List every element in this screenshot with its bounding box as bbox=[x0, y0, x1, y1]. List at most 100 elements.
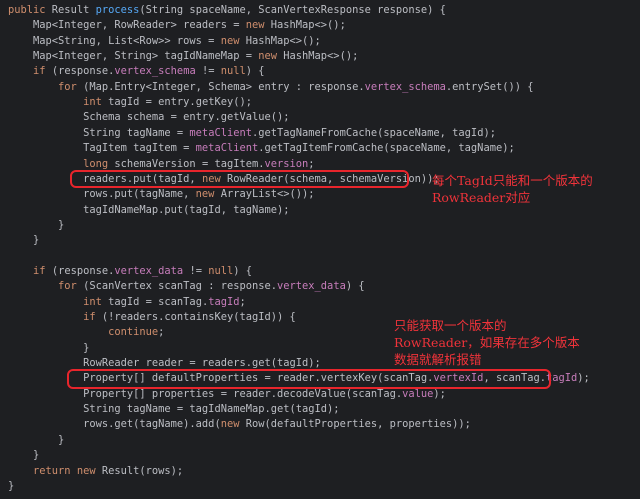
code-token: .getTagNameFromCache(spaceName, tagId); bbox=[251, 126, 496, 139]
code-token: value bbox=[402, 387, 434, 400]
code-line[interactable]: TagItem tagItem = metaClient.getTagItemF… bbox=[8, 141, 515, 156]
code-token: if bbox=[33, 65, 52, 78]
code-token: (response. bbox=[51, 65, 115, 78]
code-token: (ScanVertex scanTag : response. bbox=[83, 280, 278, 293]
code-token: Schema schema = entry.getValue(); bbox=[8, 111, 290, 124]
code-token: TagItem tagItem = bbox=[8, 142, 196, 155]
code-line[interactable]: for (ScanVertex scanTag : response.verte… bbox=[8, 279, 365, 294]
code-token: } bbox=[8, 433, 65, 446]
code-token: vertex_schema bbox=[114, 65, 196, 78]
code-token: HashMap<>(); bbox=[245, 34, 321, 47]
code-line[interactable]: continue; bbox=[8, 325, 164, 340]
code-editor[interactable]: public Result process(String spaceName, … bbox=[0, 0, 640, 499]
code-line[interactable]: } bbox=[8, 341, 89, 356]
readers-annotation: 每个TagId只能和一个版本的 RowReader对应 bbox=[432, 173, 593, 205]
code-token: Row(defaultProperties, properties)); bbox=[245, 418, 471, 431]
readers-put-highlight-box bbox=[70, 170, 409, 188]
code-token: null bbox=[220, 65, 246, 78]
code-token: null bbox=[208, 264, 234, 277]
code-token: (!readers.containsKey(tagId)) { bbox=[101, 311, 296, 323]
code-token: long bbox=[83, 157, 115, 170]
code-token: vertex_schema bbox=[364, 80, 446, 93]
code-token: version bbox=[264, 157, 309, 170]
code-line[interactable]: Property[] properties = reader.decodeVal… bbox=[8, 387, 446, 402]
code-token: RowReader reader = readers.get(tagId); bbox=[8, 357, 321, 370]
code-line[interactable]: int tagId = entry.getKey(); bbox=[8, 95, 252, 110]
code-token: rows.get(tagName).add( bbox=[8, 418, 221, 431]
code-line[interactable]: } bbox=[8, 479, 14, 494]
code-token: (String spaceName, ScanVertexResponse re… bbox=[139, 4, 446, 16]
code-token: vertex_data bbox=[114, 264, 184, 277]
code-token: } bbox=[8, 341, 90, 354]
code-line[interactable]: String tagName = metaClient.getTagNameFr… bbox=[8, 126, 496, 141]
code-line[interactable]: if (response.vertex_schema != null) { bbox=[8, 64, 265, 79]
code-token: rows.put(tagName, bbox=[8, 188, 196, 201]
code-token: tagId = entry.getKey(); bbox=[108, 96, 252, 109]
code-token: ) { bbox=[233, 264, 253, 277]
code-token: ) { bbox=[345, 280, 365, 293]
code-line[interactable]: if (!readers.containsKey(tagId)) { bbox=[8, 310, 296, 325]
code-token: if bbox=[33, 264, 52, 277]
code-token: new bbox=[258, 50, 284, 63]
code-line[interactable]: tagIdNameMap.put(tagId, tagName); bbox=[8, 203, 290, 218]
code-token: ; bbox=[308, 157, 315, 170]
code-token: for bbox=[58, 80, 84, 93]
code-token: tagId bbox=[208, 295, 240, 308]
code-token: != bbox=[195, 65, 221, 78]
code-line[interactable]: return new Result(rows); bbox=[8, 464, 183, 479]
code-line[interactable]: if (response.vertex_data != null) { bbox=[8, 264, 252, 279]
code-token: vertex_data bbox=[277, 280, 346, 293]
code-token: } bbox=[8, 234, 40, 247]
code-token: ); bbox=[433, 387, 446, 400]
code-line[interactable]: rows.get(tagName).add(new Row(defaultPro… bbox=[8, 417, 471, 432]
code-token: Property[] properties = reader.decodeVal… bbox=[8, 387, 403, 400]
code-token: String tagName = tagIdNameMap.get(tagId)… bbox=[8, 403, 340, 416]
code-token: String tagName = bbox=[8, 126, 190, 139]
code-token: return new bbox=[33, 464, 102, 477]
code-token: } bbox=[8, 218, 65, 231]
code-token: ; bbox=[158, 326, 165, 339]
code-token: Map<Integer, RowReader> readers = bbox=[8, 19, 246, 32]
code-line[interactable]: Schema schema = entry.getValue(); bbox=[8, 110, 290, 125]
code-token: tagId = scanTag. bbox=[108, 295, 209, 308]
code-line[interactable]: } bbox=[8, 218, 64, 233]
code-token: new bbox=[220, 34, 246, 47]
code-token: Map<Integer, String> tagIdNameMap = bbox=[8, 50, 259, 63]
code-token: for bbox=[58, 280, 84, 293]
code-line[interactable]: public Result process(String spaceName, … bbox=[8, 3, 446, 18]
code-token: ) { bbox=[245, 65, 265, 78]
code-line[interactable]: Map<Integer, String> tagIdNameMap = new … bbox=[8, 49, 358, 64]
code-line[interactable]: int tagId = scanTag.tagId; bbox=[8, 295, 246, 310]
code-line[interactable]: } bbox=[8, 433, 64, 448]
code-token: if bbox=[83, 311, 102, 323]
code-line[interactable]: rows.put(tagName, new ArrayList<>()); bbox=[8, 187, 314, 202]
code-line[interactable]: Map<Integer, RowReader> readers = new Ha… bbox=[8, 18, 346, 33]
code-token: metaClient bbox=[195, 142, 259, 155]
code-token: int bbox=[83, 96, 109, 109]
code-token: HashMap<>(); bbox=[283, 50, 359, 63]
code-token: tagIdNameMap.put(tagId, tagName); bbox=[8, 203, 290, 216]
code-token: int bbox=[83, 295, 109, 308]
code-line[interactable]: } bbox=[8, 233, 39, 248]
code-line[interactable]: String tagName = tagIdNameMap.get(tagId)… bbox=[8, 402, 340, 417]
code-token: continue bbox=[108, 326, 159, 339]
code-line[interactable]: } bbox=[8, 448, 39, 463]
code-line[interactable]: for (Map.Entry<Integer, Schema> entry : … bbox=[8, 80, 534, 95]
code-token: } bbox=[8, 449, 40, 462]
code-token: process bbox=[95, 4, 140, 16]
code-token: public bbox=[8, 4, 52, 16]
decode-annotation: 只能获取一个版本的 RowReader，如果存在多个版本 数据就解析报错 bbox=[394, 318, 580, 367]
code-token: } bbox=[8, 479, 15, 492]
code-token: new bbox=[220, 418, 246, 431]
code-token: .entrySet()) { bbox=[445, 80, 534, 93]
code-token: Result(rows); bbox=[101, 464, 184, 477]
code-token: .getTagItemFromCache(spaceName, tagName)… bbox=[258, 142, 515, 155]
code-line[interactable]: Map<String, List<Row>> rows = new HashMa… bbox=[8, 34, 321, 49]
